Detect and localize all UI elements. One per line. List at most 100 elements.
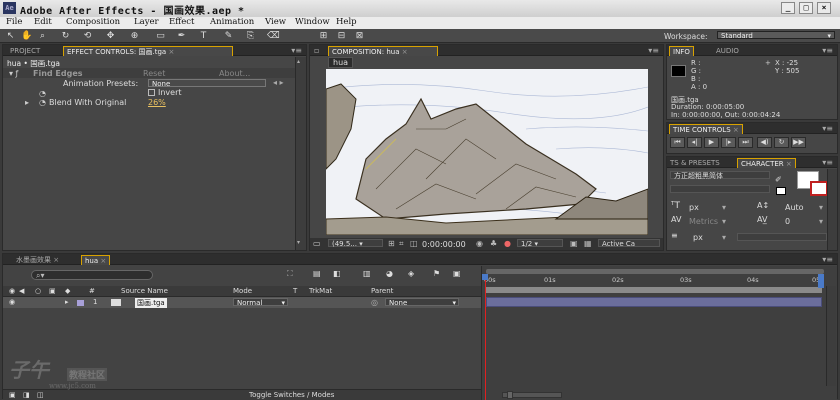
layer-parent-select[interactable]: None ▾ [385, 298, 459, 307]
stroke-color-swatch[interactable] [810, 181, 828, 196]
hand-tool-icon[interactable]: ✋ [21, 31, 32, 41]
stroke-type-select[interactable] [737, 233, 827, 241]
menu-animation[interactable]: Animation [210, 17, 254, 27]
frame-blending-icon[interactable]: ▥ [363, 269, 371, 278]
close-tab-icon[interactable]: × [100, 257, 106, 265]
chevron-down-icon[interactable]: ▾ [722, 217, 726, 226]
table-row[interactable]: ◉ ▸ 1 国画.tga Normal ▾ ◎ None ▾ [3, 297, 481, 308]
eraser-tool-icon[interactable]: ⌫ [267, 31, 280, 41]
rotate-tool-icon[interactable]: ↻ [60, 31, 71, 41]
menu-edit[interactable]: Edit [34, 17, 52, 27]
draft-3d-icon[interactable]: ▤ [313, 269, 321, 278]
tab-composition[interactable]: COMPOSITION: hua × [328, 46, 438, 56]
panel-menu-icon[interactable]: ▾≡ [822, 124, 833, 133]
zoom-tool-icon[interactable]: ⌕ [37, 31, 48, 41]
last-frame-button[interactable]: ⏭ [738, 137, 753, 148]
first-frame-button[interactable]: ⏮ [670, 137, 685, 148]
eye-icon[interactable]: ◉ [9, 298, 15, 306]
panel-menu-icon[interactable]: ▾≡ [822, 46, 833, 55]
chevron-down-icon[interactable]: ▾ [819, 203, 823, 212]
text-tool-icon[interactable]: T [198, 31, 209, 41]
tracking-value[interactable]: 0 [785, 217, 790, 226]
lock-icon[interactable]: ▫ [314, 46, 319, 55]
minimize-button[interactable]: _ [781, 2, 795, 14]
chevron-down-icon[interactable]: ▾ [722, 203, 726, 212]
leading-value[interactable]: Auto [785, 203, 804, 212]
panel-menu-icon[interactable]: ▾≡ [822, 255, 833, 264]
axis-world-icon[interactable]: ⊟ [336, 31, 347, 41]
layer-name[interactable]: 国画.tga [135, 298, 167, 308]
about-link[interactable]: About... [219, 69, 250, 78]
zoom-slider-thumb[interactable] [507, 391, 513, 399]
switches-icon[interactable]: ▣ [9, 391, 16, 399]
brush-tool-icon[interactable]: ✎ [223, 31, 234, 41]
effect-name[interactable]: Find Edges [33, 69, 83, 78]
brainstorm-icon[interactable]: ◈ [408, 269, 414, 278]
work-area-bar[interactable] [486, 287, 822, 293]
blend-value[interactable]: 26% [148, 98, 166, 107]
roi-icon[interactable]: ▣ [570, 239, 578, 248]
orbit-camera-icon[interactable]: ⟲ [82, 31, 93, 41]
scroll-down-icon[interactable]: ▾ [297, 239, 305, 247]
panel-menu-icon[interactable]: ▾≡ [648, 46, 659, 55]
zoom-select[interactable]: (49.5... ▾ [328, 239, 383, 248]
close-tab-icon[interactable]: × [53, 256, 59, 264]
ram-preview-button[interactable]: ▶▶ [791, 137, 806, 148]
modes-icon[interactable]: ◨ [23, 391, 30, 399]
tab-project[interactable]: PROJECT [7, 46, 43, 56]
tab-comp-hua[interactable]: hua × [81, 255, 111, 265]
menu-layer[interactable]: Layer [134, 17, 159, 27]
axis-view-icon[interactable]: ⊠ [354, 31, 365, 41]
tab-time-controls[interactable]: TIME CONTROLS × [669, 124, 743, 134]
pan-behind-icon[interactable]: ⊕ [129, 31, 140, 41]
reset-link[interactable]: Reset [143, 69, 165, 78]
next-frame-button[interactable]: |▸ [721, 137, 736, 148]
character-scrollbar[interactable] [827, 169, 837, 250]
close-button[interactable]: × [817, 2, 831, 14]
font-size-unit[interactable]: px [689, 203, 699, 212]
preset-arrows-icon[interactable]: ◂ ▸ [273, 78, 284, 87]
scroll-up-icon[interactable]: ▴ [297, 58, 305, 66]
tab-effect-controls[interactable]: EFFECT CONTROLS: 国画.tga × [63, 46, 233, 56]
channel-icon[interactable]: ● [504, 239, 511, 248]
menu-effect[interactable]: Effect [169, 17, 194, 27]
expand-arrow-icon[interactable]: ▸ [25, 98, 29, 107]
timeline-search-input[interactable]: ⌕▾ [31, 270, 153, 280]
in-out-icon[interactable]: ◫ [37, 391, 44, 399]
label-swatch[interactable] [77, 300, 84, 306]
col-source-name[interactable]: Source Name [121, 287, 168, 295]
col-mode[interactable]: Mode [233, 287, 252, 295]
mask-icon[interactable]: ◫ [410, 239, 418, 248]
menu-view[interactable]: View [265, 17, 286, 27]
animation-presets-select[interactable]: None [148, 79, 266, 88]
font-style-select[interactable] [670, 185, 770, 193]
loop-button[interactable]: ↻ [774, 137, 789, 148]
camera-select[interactable]: Active Ca [598, 239, 660, 248]
tab-audio[interactable]: AUDIO [713, 46, 742, 56]
tab-effects-presets[interactable]: TS & PRESETS [667, 158, 723, 168]
axis-local-icon[interactable]: ⊞ [318, 31, 329, 41]
font-family-select[interactable]: 方正超粗黑简体 [670, 171, 770, 180]
col-parent[interactable]: Parent [371, 287, 393, 295]
fx-toggle-icon[interactable]: ▾ ƒ [9, 69, 18, 78]
white-swatch[interactable] [776, 187, 786, 195]
close-tab-icon[interactable]: × [786, 160, 792, 168]
kerning-value[interactable]: Metrics [689, 217, 718, 226]
work-area-end-icon[interactable] [818, 274, 824, 288]
tab-character[interactable]: CHARACTER × [737, 158, 796, 168]
title-safe-icon[interactable]: ⌗ [399, 239, 404, 249]
grid-icon[interactable]: ⊞ [388, 239, 395, 248]
stopwatch-icon[interactable]: ◔ [39, 89, 46, 98]
comp-subtab[interactable]: hua [328, 57, 354, 68]
effect-controls-scrollbar[interactable]: ▴ ▾ [295, 57, 306, 250]
tab-comp-ink[interactable]: 水墨画效果 × [13, 255, 62, 265]
composition-viewer[interactable] [326, 69, 648, 235]
stroke-width-unit[interactable]: px [693, 233, 703, 242]
auto-keyframe-icon[interactable]: ⚑ [433, 269, 440, 278]
current-time-indicator-icon[interactable] [482, 274, 488, 280]
timeline-graph[interactable]: 00s 01s 02s 03s 04s 05s [481, 266, 837, 400]
prev-frame-button[interactable]: ◂| [687, 137, 702, 148]
hide-shy-icon[interactable]: ◧ [333, 269, 341, 278]
show-snapshot-icon[interactable]: ♣ [490, 239, 497, 248]
menu-help[interactable]: Help [336, 17, 357, 27]
